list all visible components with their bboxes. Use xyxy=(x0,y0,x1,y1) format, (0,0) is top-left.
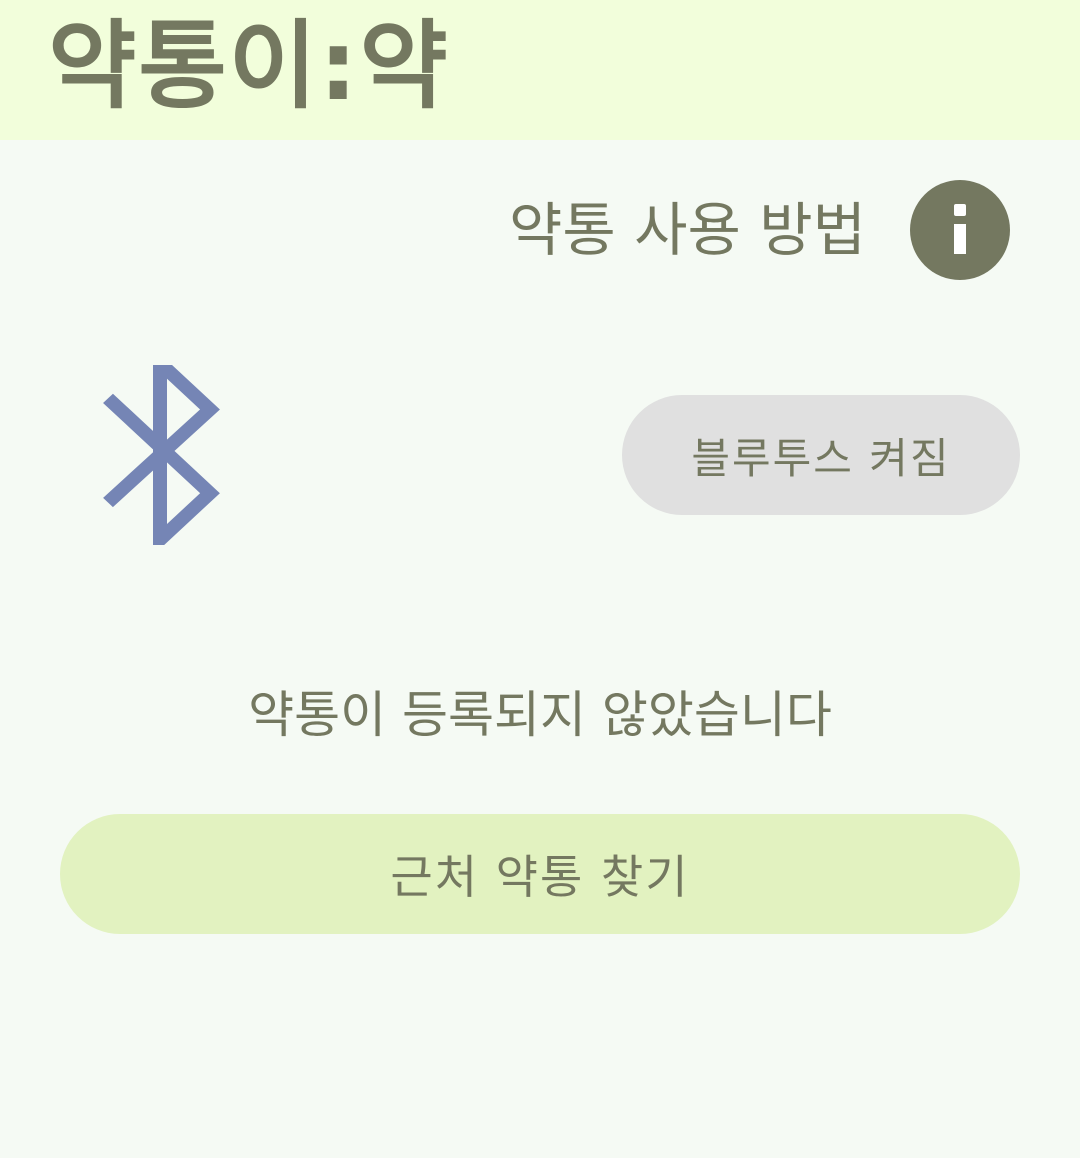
bluetooth-toggle-button[interactable]: 블루투스 켜짐 xyxy=(622,395,1020,515)
bluetooth-icon xyxy=(103,365,220,545)
how-to-use-label[interactable]: 약통 사용 방법 xyxy=(509,180,866,280)
top-app-bar: 약통이:약 xyxy=(0,0,1080,140)
info-icon xyxy=(954,204,966,254)
app-screen: 약통이:약 약통 사용 방법 블루투스 켜짐 약통이 등록되지 않았습니다 근처… xyxy=(0,0,1080,1158)
app-title: 약통이:약 xyxy=(48,10,450,122)
device-status-message: 약통이 등록되지 않았습니다 xyxy=(248,686,832,744)
how-to-use-row[interactable]: 약통 사용 방법 xyxy=(509,180,1010,280)
find-nearby-pillbox-button[interactable]: 근처 약통 찾기 xyxy=(60,814,1020,934)
info-button[interactable] xyxy=(910,180,1010,280)
